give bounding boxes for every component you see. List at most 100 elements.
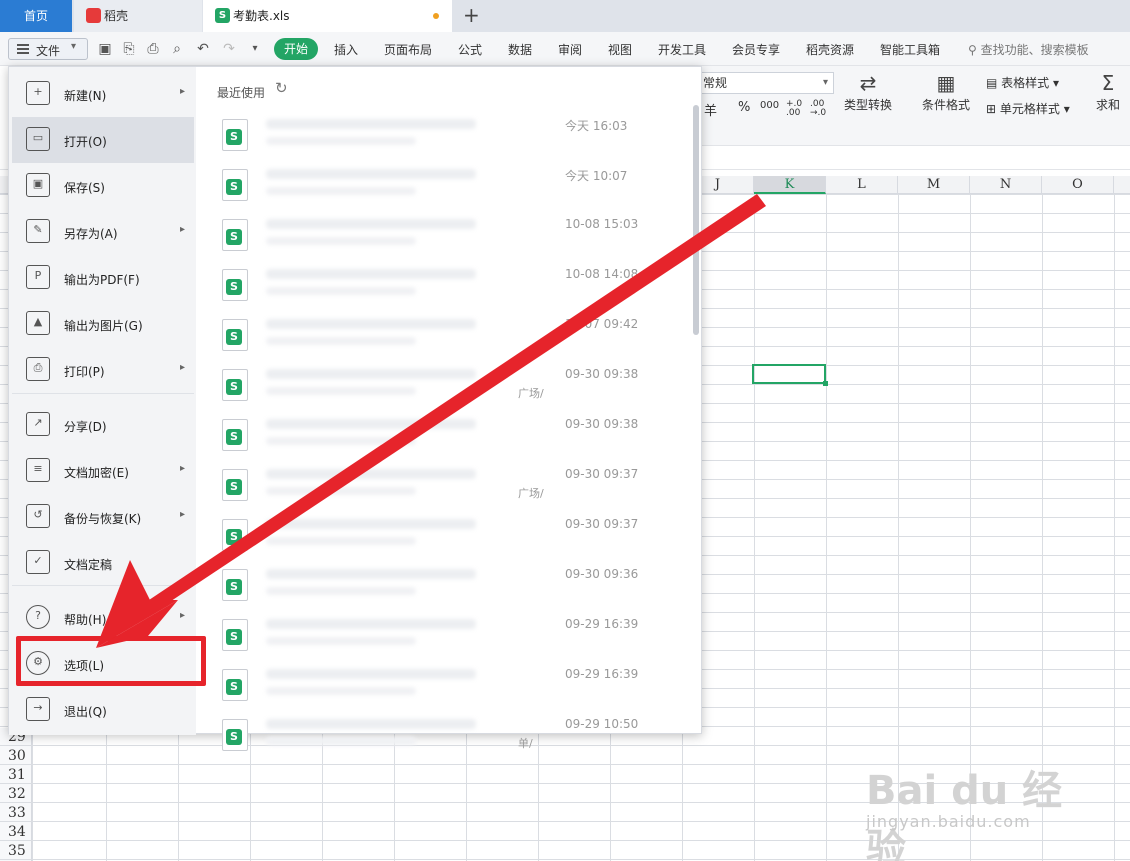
recent-file-item[interactable]: S 今天 10:07: [206, 163, 686, 213]
blurred-path: [266, 387, 416, 395]
file-menu-button[interactable]: 文件 ▾: [8, 38, 88, 60]
menu-separator: [12, 585, 194, 586]
recent-file-item[interactable]: S 10-08 15:03: [206, 213, 686, 263]
quick-more-icon[interactable]: ▾: [246, 40, 264, 58]
column-header[interactable]: L: [826, 176, 898, 194]
file-menu-item-new-doc[interactable]: + 新建(N) ▸: [12, 71, 194, 117]
tab-start[interactable]: 开始: [274, 38, 318, 60]
column-header[interactable]: M: [898, 176, 970, 194]
hamburger-icon: [17, 44, 29, 54]
cell-style-button[interactable]: ⊞ 单元格样式 ▾: [986, 100, 1070, 117]
recent-file-item[interactable]: S 10-08 14:08: [206, 263, 686, 313]
file-menu-item-exit[interactable]: → 退出(Q): [12, 687, 194, 733]
file-menu-item-label: 新建(N): [64, 89, 107, 103]
chevron-right-icon: ▸: [180, 463, 186, 474]
recent-file-item[interactable]: S 09-30 09:38: [206, 413, 686, 463]
file-menu-item-finalize[interactable]: ✓ 文档定稿: [12, 540, 194, 586]
recent-file-path: 广场/: [518, 387, 544, 400]
tab-page-layout[interactable]: 页面布局: [384, 41, 432, 58]
print-quick-icon[interactable]: ⎙: [144, 40, 162, 58]
number-format-select[interactable]: 常规 ▾: [698, 72, 834, 94]
file-menu-item-help[interactable]: ? 帮助(H) ▸: [12, 595, 194, 641]
thousands-button[interactable]: 000: [760, 100, 779, 111]
recent-file-item[interactable]: S 10-07 09:42: [206, 313, 686, 363]
blurred-filename: [266, 169, 476, 179]
file-menu-item-print[interactable]: ⎙ 打印(P) ▸: [12, 347, 194, 393]
column-header-active[interactable]: K: [754, 176, 826, 194]
recent-file-item[interactable]: S 09-29 16:39: [206, 613, 686, 663]
file-menu-item-image[interactable]: ▲ 输出为图片(G): [12, 301, 194, 347]
recent-file-item[interactable]: S 单/09-29 10:50: [206, 713, 686, 763]
conditional-format-button[interactable]: ▦ 条件格式: [914, 70, 978, 113]
file-menu-item-label: 打印(P): [64, 365, 105, 379]
percent-button[interactable]: %: [738, 100, 750, 115]
tab-data[interactable]: 数据: [508, 41, 532, 58]
type-convert-button[interactable]: ⇄ 类型转换: [836, 70, 900, 113]
tab-smart-tools[interactable]: 智能工具箱: [880, 41, 940, 58]
blurred-path: [266, 237, 416, 245]
redo-icon[interactable]: ↷: [220, 40, 238, 58]
decrease-decimal-button[interactable]: .00 →.0: [810, 100, 828, 118]
recent-file-item[interactable]: S 09-30 09:37: [206, 513, 686, 563]
recent-file-time: 09-30 09:38: [565, 367, 639, 381]
unsaved-dot-icon: [433, 13, 439, 19]
refresh-icon[interactable]: ↻: [275, 79, 288, 97]
selected-cell[interactable]: [752, 364, 828, 386]
file-menu-item-save-as[interactable]: ✎ 另存为(A) ▸: [12, 209, 194, 255]
spreadsheet-file-icon: S: [222, 719, 248, 751]
tab-document[interactable]: 考勤表.xls: [203, 0, 452, 32]
recent-file-item[interactable]: S 广场/09-30 09:38: [206, 363, 686, 413]
recent-file-time: 09-29 10:50: [565, 717, 639, 731]
blurred-filename: [266, 519, 476, 529]
tab-daoke-resources[interactable]: 稻壳资源: [806, 41, 854, 58]
export-quick-icon[interactable]: ⎘: [120, 40, 138, 58]
file-menu-item-label: 分享(D): [64, 420, 107, 434]
blurred-path: [266, 737, 416, 745]
tab-formulas[interactable]: 公式: [458, 41, 482, 58]
save-quick-icon[interactable]: ▣: [96, 40, 114, 58]
tab-insert[interactable]: 插入: [334, 41, 358, 58]
new-tab-plus-icon[interactable]: +: [463, 3, 480, 27]
column-header[interactable]: N: [970, 176, 1042, 194]
blurred-filename: [266, 219, 476, 229]
recent-file-item[interactable]: S 09-30 09:36: [206, 563, 686, 613]
tab-review[interactable]: 审阅: [558, 41, 582, 58]
tab-view[interactable]: 视图: [608, 41, 632, 58]
tab-developer[interactable]: 开发工具: [658, 41, 706, 58]
spreadsheet-file-icon: S: [222, 469, 248, 501]
save-icon: ▣: [26, 173, 50, 197]
table-style-button[interactable]: ▤ 表格样式 ▾: [986, 74, 1059, 91]
column-header[interactable]: O: [1042, 176, 1114, 194]
file-menu-item-encrypt[interactable]: ≡ 文档加密(E) ▸: [12, 448, 194, 494]
pdf-icon: P: [26, 265, 50, 289]
file-menu-item-label: 另存为(A): [64, 227, 118, 241]
recent-file-item[interactable]: S 今天 16:03: [206, 113, 686, 163]
file-menu-item-share[interactable]: ↗ 分享(D): [12, 402, 194, 448]
file-menu-item-save[interactable]: ▣ 保存(S): [12, 163, 194, 209]
search-function-field[interactable]: ⚲ 查找功能、搜索模板: [968, 41, 1089, 58]
increase-decimal-button[interactable]: +.0 .00: [786, 100, 802, 118]
search-icon: ⚲: [968, 43, 981, 57]
recent-title: 最近使用: [217, 86, 266, 100]
recent-file-time: 10-08 14:08: [565, 267, 639, 281]
file-menu-item-folder[interactable]: ▭ 打开(O): [12, 117, 194, 163]
recent-file-item[interactable]: S 09-29 16:39: [206, 663, 686, 713]
scroll-thumb[interactable]: [693, 105, 699, 335]
file-menu-item-backup[interactable]: ↺ 备份与恢复(K) ▸: [12, 494, 194, 540]
blurred-path: [266, 687, 416, 695]
recent-scrollbar[interactable]: [693, 105, 699, 735]
spreadsheet-file-icon: S: [222, 169, 248, 201]
recent-file-item[interactable]: S 广场/09-30 09:37: [206, 463, 686, 513]
tab-home[interactable]: 首页: [0, 0, 72, 32]
currency-button[interactable]: 羊: [704, 100, 717, 119]
file-menu-item-pdf[interactable]: P 输出为PDF(F): [12, 255, 194, 301]
tab-membership[interactable]: 会员专享: [732, 41, 780, 58]
file-menu-item-label: 退出(Q): [64, 705, 107, 719]
recent-file-time: 10-07 09:42: [565, 317, 639, 331]
undo-icon[interactable]: ↶: [194, 40, 212, 58]
preview-quick-icon[interactable]: ⌕: [168, 40, 186, 58]
encrypt-icon: ≡: [26, 458, 50, 482]
blurred-filename: [266, 269, 476, 279]
sigma-icon: Σ: [1101, 71, 1115, 95]
sum-button[interactable]: Σ 求和: [1086, 70, 1130, 113]
